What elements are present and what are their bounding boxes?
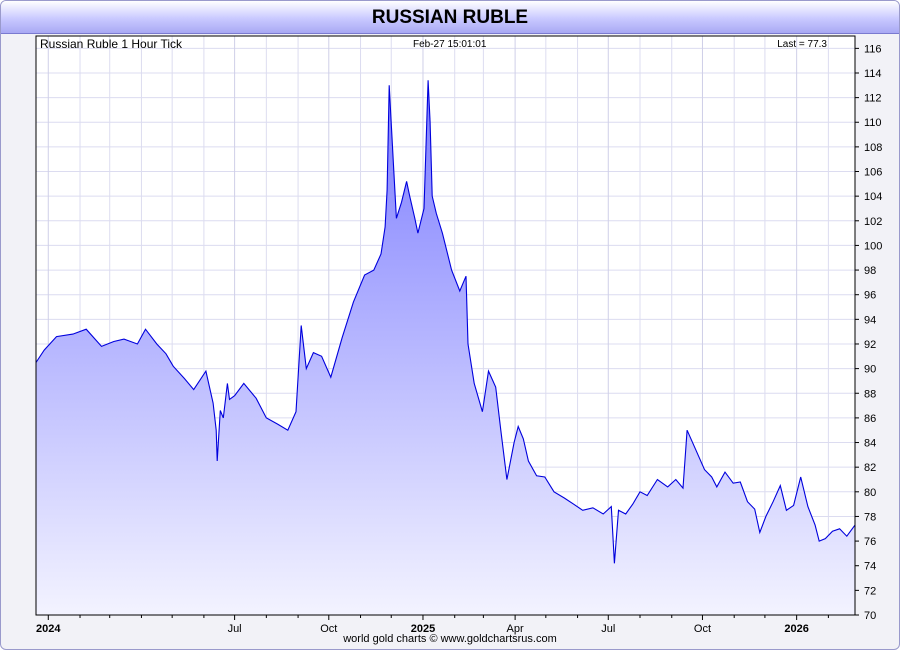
y-tick-label: 116 xyxy=(864,43,882,55)
y-tick-label: 102 xyxy=(864,216,882,228)
y-tick-label: 92 xyxy=(864,339,876,351)
y-tick-label: 82 xyxy=(864,462,876,474)
y-tick-label: 84 xyxy=(864,438,876,450)
y-tick-label: 76 xyxy=(864,536,876,548)
y-tick-label: 106 xyxy=(864,167,882,179)
chart-svg: 70 72 74 76 78 80 82 84 86 88 90 92 94 96 98 100 102 104 1… xyxy=(35,35,882,635)
y-tick-label: 114 xyxy=(864,68,882,80)
y-tick-label: 74 xyxy=(864,561,876,573)
footer-credit: world gold charts © www.goldchartsrus.co… xyxy=(343,633,557,645)
y-tick-label: 110 xyxy=(864,117,882,129)
y-axis: 70 72 74 76 78 80 82 84 86 88 90 92 94 96 98 100 102 104 1… xyxy=(855,43,882,622)
y-tick-label: 96 xyxy=(864,290,876,302)
y-tick-label: 108 xyxy=(864,142,882,154)
timestamp: Feb-27 15:01:01 xyxy=(413,39,487,50)
last-value-label: Last = 77.3 xyxy=(777,39,827,50)
y-tick-label: 100 xyxy=(864,240,882,252)
y-tick-label: 112 xyxy=(864,93,882,105)
y-tick-label: 86 xyxy=(864,413,876,425)
y-tick-label: 72 xyxy=(864,585,876,597)
chart-frame: RUSSIAN RUBLE 70 72 74 76 78 80 82 84 86 88 90 92 94… xyxy=(0,0,900,650)
y-tick-label: 104 xyxy=(864,191,882,203)
y-tick-label: 98 xyxy=(864,265,876,277)
y-tick-label: 90 xyxy=(864,364,876,376)
y-tick-label: 78 xyxy=(864,511,876,523)
chart-subtitle: Russian Ruble 1 Hour Tick xyxy=(40,37,183,51)
x-axis: 2024 Jul Oct 2025 Apr Jul Oct 2026 xyxy=(36,615,829,635)
y-tick-label: 88 xyxy=(864,388,876,400)
y-tick-label: 80 xyxy=(864,487,876,499)
y-tick-label: 70 xyxy=(864,610,876,622)
y-tick-label: 94 xyxy=(864,314,876,326)
